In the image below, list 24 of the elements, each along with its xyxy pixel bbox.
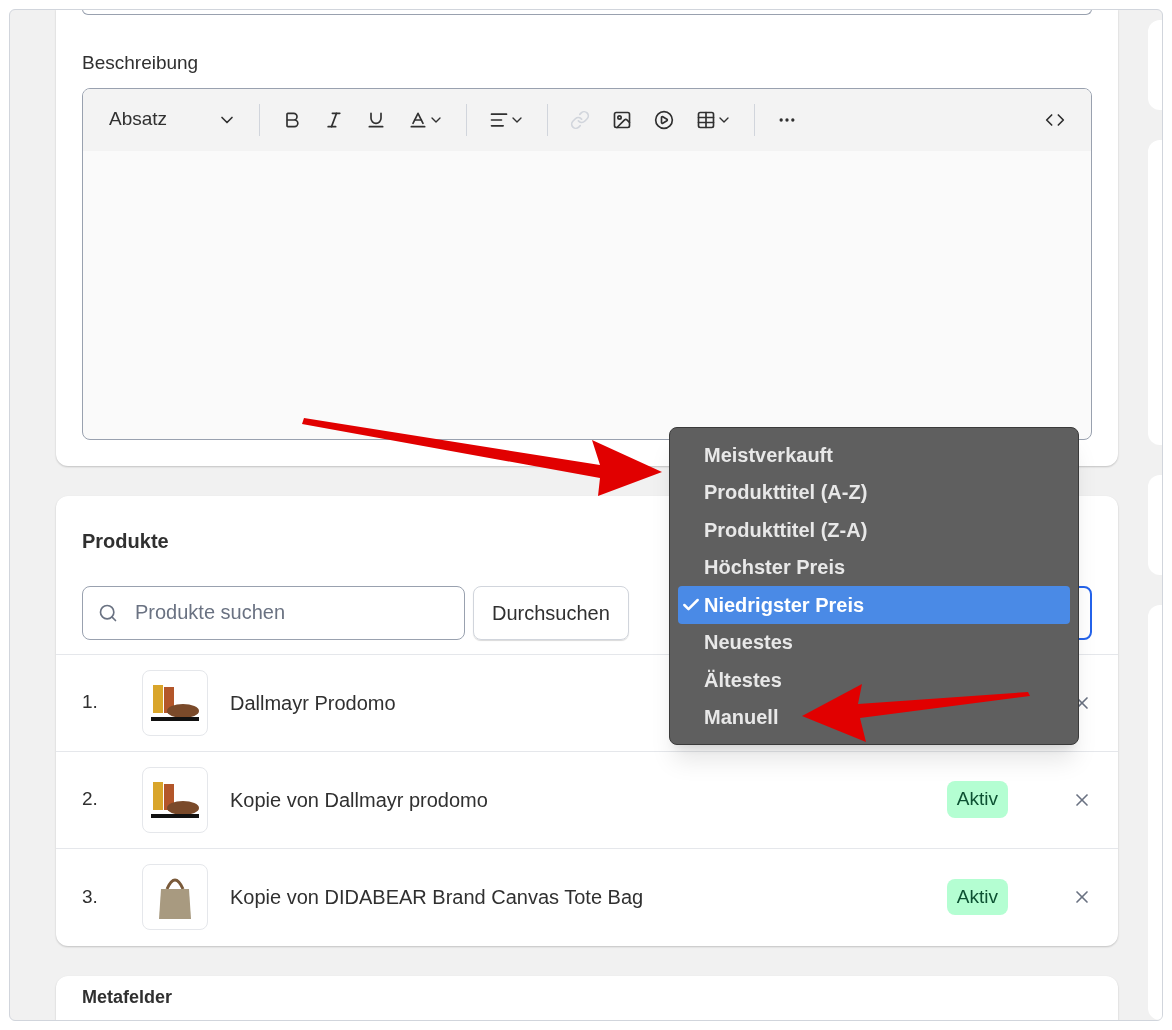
sort-option[interactable]: Produkttitel (Z-A): [678, 511, 1070, 549]
sort-option[interactable]: Ältestes: [678, 661, 1070, 699]
image-icon[interactable]: [612, 109, 633, 130]
row-number: 2.: [82, 787, 99, 812]
search-icon: [98, 602, 118, 623]
row-number: 3.: [82, 884, 99, 909]
row-number: 1.: [82, 690, 99, 715]
search-field[interactable]: Produkte suchen: [82, 585, 465, 640]
play-icon[interactable]: [654, 109, 675, 130]
product-name[interactable]: Kopie von DIDABEAR Brand Canvas Tote Bag: [230, 882, 947, 912]
sort-option[interactable]: Höchster Preis: [678, 548, 1070, 586]
product-name[interactable]: Kopie von Dallmayr prodomo: [230, 784, 947, 815]
sort-option[interactable]: Manuell: [678, 698, 1070, 736]
status-badge: Aktiv: [946, 878, 1008, 916]
card-title: Metafelder: [82, 987, 174, 1006]
browse-button[interactable]: Durchsuchen: [473, 585, 629, 640]
field-label: Beschreibung: [82, 51, 200, 75]
sort-option[interactable]: Niedrigster Preis: [678, 586, 1070, 624]
block-style-select[interactable]: Absatz: [109, 105, 238, 134]
sort-option[interactable]: Produkttitel (A-Z): [678, 473, 1070, 511]
card-title: Produkte: [82, 528, 169, 554]
sort-option[interactable]: Neuestes: [678, 623, 1070, 661]
status-badge: Aktiv: [946, 781, 1008, 818]
rich-text-editor[interactable]: Absatz: [82, 87, 1092, 440]
